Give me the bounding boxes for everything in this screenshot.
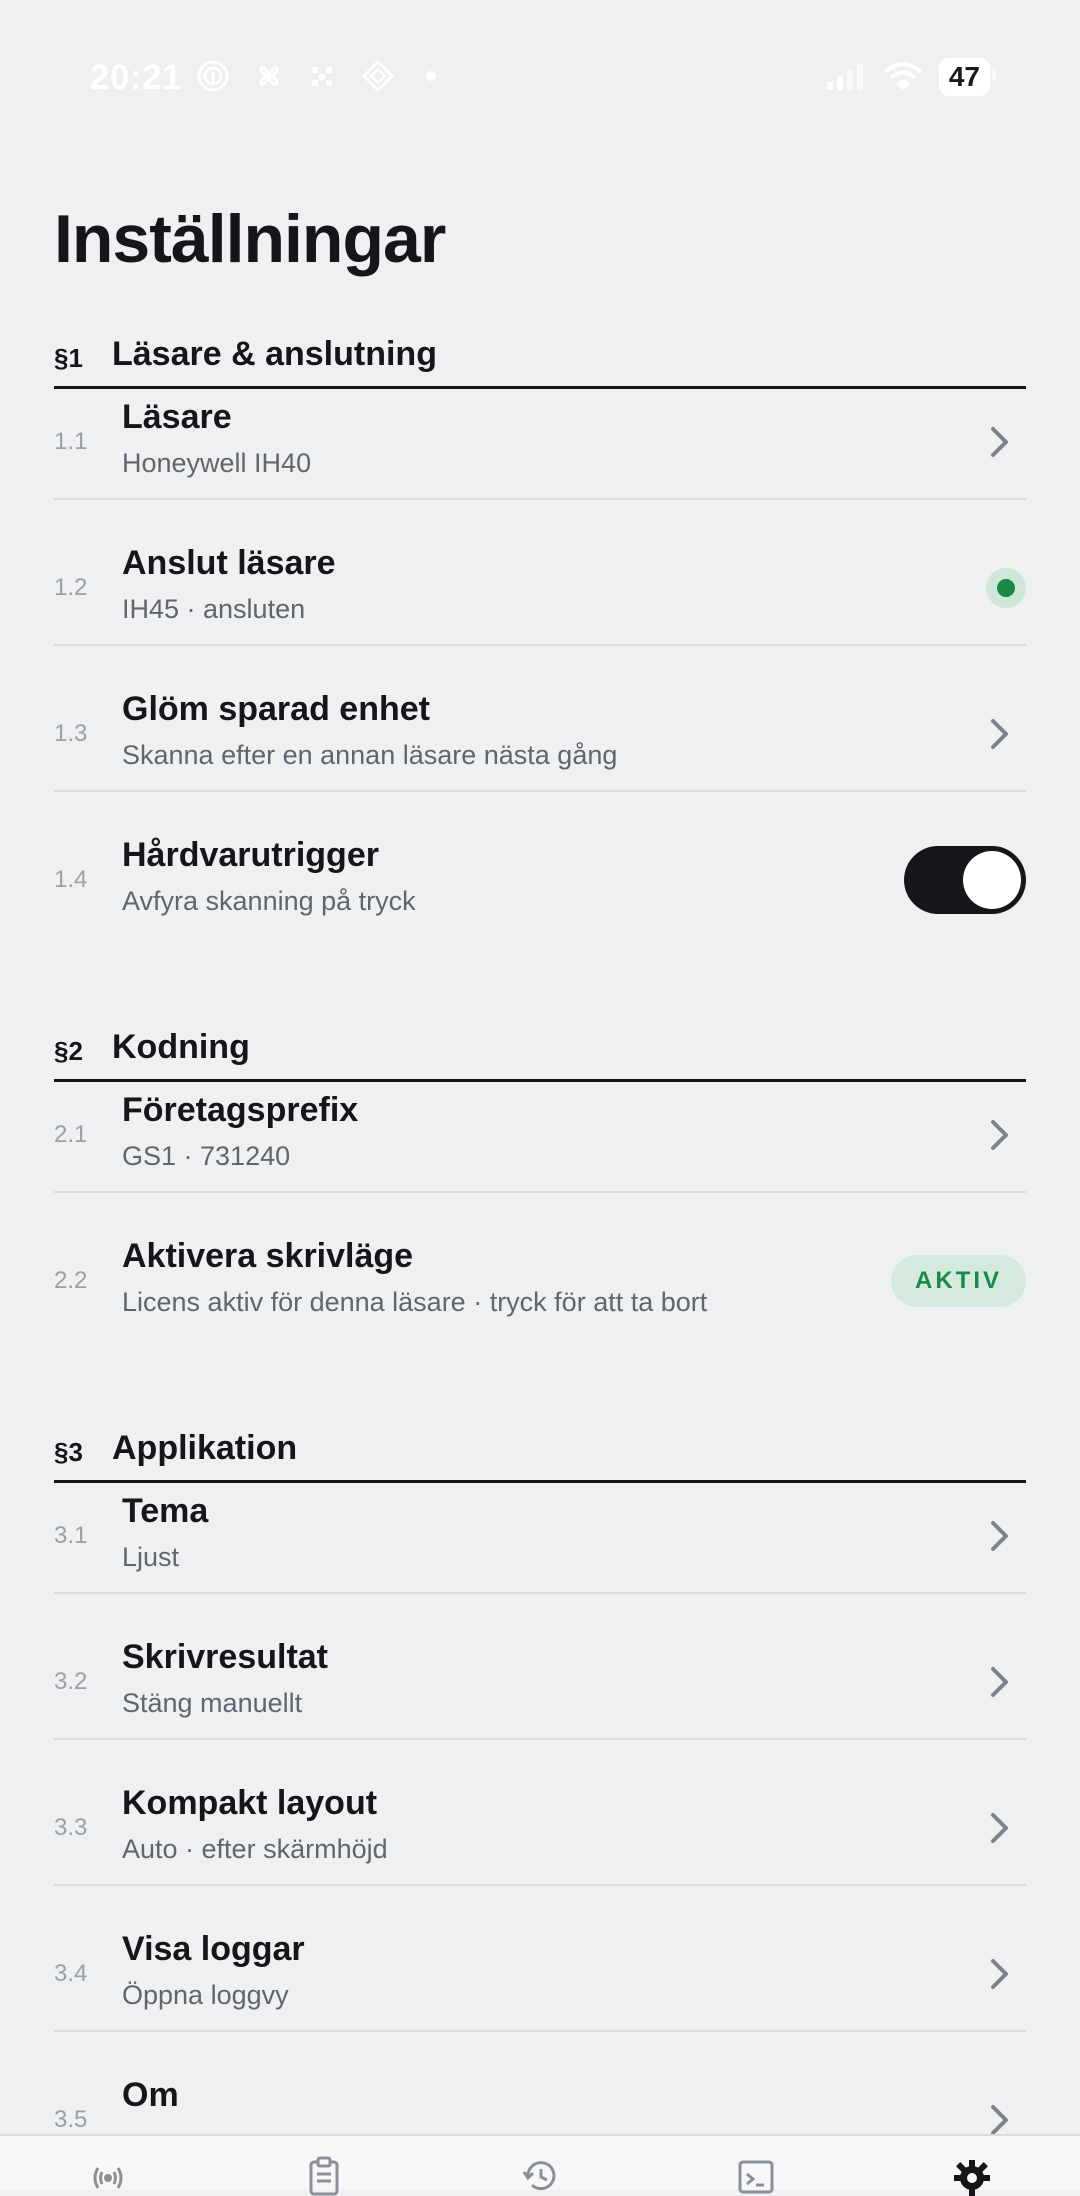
clipboard-icon[interactable] — [302, 2152, 346, 2196]
connected-status-icon — [986, 568, 1026, 608]
system-icons: 47 — [825, 58, 997, 96]
chevron-right-icon — [991, 1521, 1008, 1551]
chevron-right-icon — [991, 1813, 1008, 1843]
row-subtitle: Honeywell IH40 — [122, 448, 312, 478]
bottom-tab-bar — [0, 2134, 1080, 2196]
row-index: 3.2 — [54, 1668, 88, 1695]
chevron-right-icon — [991, 427, 1008, 457]
wifi-icon — [883, 62, 923, 90]
section-title: Läsare & anslutning — [112, 335, 437, 373]
section-title: Applikation — [112, 1429, 298, 1467]
row-index: 3.3 — [54, 1814, 88, 1841]
row-index: 2.2 — [54, 1267, 88, 1294]
section-header-application: §3 Applikation — [54, 1420, 1026, 1483]
settings-row-company-prefix[interactable]: 2.1 Företagsprefix GS1 · 731240 — [54, 1077, 1026, 1193]
section-number: §1 — [54, 343, 83, 373]
section-number: §2 — [54, 1036, 83, 1066]
row-label: Anslut läsare — [122, 544, 336, 582]
row-subtitle: IH45 · ansluten — [122, 594, 306, 624]
battery-indicator: 47 — [938, 58, 997, 96]
settings-row-hardware-trigger: 1.4 Hårdvarutrigger Avfyra skanning på t… — [54, 822, 1026, 938]
row-subtitle: Stäng manuellt — [122, 1688, 303, 1718]
notification-icons — [196, 58, 436, 94]
section-title: Kodning — [112, 1028, 250, 1066]
row-label: Aktivera skrivläge — [122, 1237, 414, 1275]
divider — [54, 1592, 1026, 1594]
divider — [54, 1884, 1026, 1886]
row-label: Hårdvarutrigger — [122, 836, 379, 874]
row-label: Företagsprefix — [122, 1091, 359, 1129]
chevron-right-icon — [991, 1667, 1008, 1697]
gear-icon[interactable] — [950, 2152, 994, 2196]
row-label: Glöm sparad enhet — [122, 690, 430, 728]
divider — [54, 1191, 1026, 1193]
page-title: Inställningar — [54, 201, 446, 277]
row-index: 1.1 — [54, 428, 88, 455]
row-label: Tema — [122, 1492, 209, 1530]
row-subtitle: GS1 · 731240 — [122, 1141, 291, 1171]
divider — [54, 790, 1026, 792]
row-subtitle: Öppna loggvy — [122, 1980, 289, 2010]
divider — [54, 2030, 1026, 2032]
settings-row-forget-device[interactable]: 1.3 Glöm sparad enhet Skanna efter en an… — [54, 676, 1026, 792]
row-subtitle: Auto · efter skärmhöjd — [122, 1834, 388, 1864]
chevron-right-icon — [991, 2105, 1008, 2135]
row-label: Skrivresultat — [122, 1638, 328, 1676]
scan-icon[interactable] — [86, 2152, 130, 2196]
row-index: 1.3 — [54, 720, 88, 747]
row-subtitle: Skanna efter en annan läsare nästa gång — [122, 740, 618, 770]
divider — [54, 644, 1026, 646]
history-icon[interactable] — [518, 2152, 562, 2196]
chevron-right-icon — [991, 1959, 1008, 1989]
row-label: Läsare — [122, 398, 232, 436]
section-number: §3 — [54, 1437, 83, 1467]
toggle-knob — [963, 851, 1021, 909]
row-subtitle: Avfyra skanning på tryck — [122, 886, 416, 916]
chevron-right-icon — [991, 719, 1008, 749]
row-subtitle: Licens aktiv för denna läsare · tryck fö… — [122, 1287, 708, 1317]
notification-dot-icon — [426, 71, 436, 81]
row-subtitle: Ljust — [122, 1542, 180, 1572]
row-index: 1.2 — [54, 574, 88, 601]
row-label: Om — [122, 2076, 179, 2114]
section-header-reader-connection: §1 Läsare & anslutning — [54, 326, 1026, 389]
terminal-icon[interactable] — [734, 2152, 778, 2196]
row-label: Visa loggar — [122, 1930, 305, 1968]
row-index: 3.1 — [54, 1522, 88, 1549]
settings-row-write-result[interactable]: 3.2 Skrivresultat Stäng manuellt — [54, 1624, 1026, 1740]
fingerprint-icon — [197, 60, 229, 92]
status-time: 20:21 — [90, 58, 183, 97]
row-index: 2.1 — [54, 1121, 88, 1148]
active-badge: AKTIV — [891, 1255, 1026, 1307]
row-index: 3.4 — [54, 1960, 88, 1987]
settings-row-connect-reader[interactable]: 1.2 Anslut läsare IH45 · ansluten — [54, 530, 1026, 646]
row-index: 1.4 — [54, 866, 88, 893]
diamond-icon — [361, 59, 395, 93]
settings-row-write-mode[interactable]: 2.2 Aktivera skrivläge Licens aktiv för … — [54, 1223, 1026, 1339]
section-header-encoding: §2 Kodning — [54, 1019, 1026, 1082]
settings-row-show-logs[interactable]: 3.4 Visa loggar Öppna loggvy — [54, 1916, 1026, 2032]
settings-row-theme[interactable]: 3.1 Tema Ljust — [54, 1478, 1026, 1594]
status-bar: 20:21 47 — [0, 0, 1080, 160]
settings-row-reader[interactable]: 1.1 Läsare Honeywell IH40 — [54, 384, 1026, 500]
fan-icon — [259, 66, 279, 86]
divider — [54, 498, 1026, 500]
chevron-right-icon — [991, 1120, 1008, 1150]
row-index: 3.5 — [54, 2106, 88, 2133]
row-label: Kompakt layout — [122, 1784, 378, 1822]
divider — [54, 1738, 1026, 1740]
signal-icon — [826, 64, 863, 90]
hardware-trigger-toggle[interactable] — [904, 846, 1026, 914]
settings-row-compact-layout[interactable]: 3.3 Kompakt layout Auto · efter skärmhöj… — [54, 1770, 1026, 1886]
grid-icon — [312, 67, 332, 86]
